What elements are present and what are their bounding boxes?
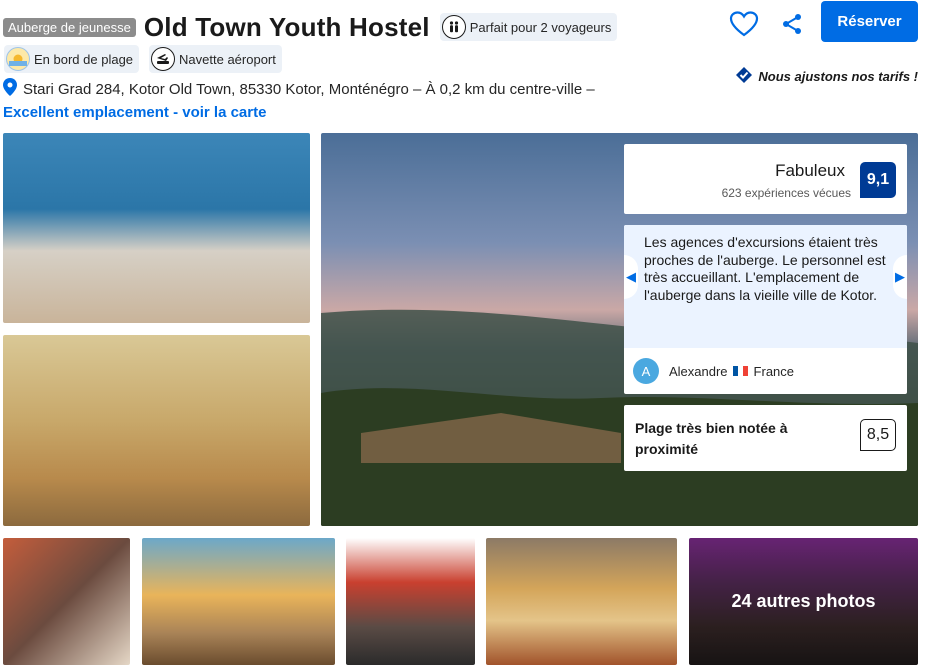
avatar: A bbox=[633, 358, 659, 384]
location-pin-icon bbox=[3, 78, 17, 100]
thumbnail-painted-ceiling[interactable] bbox=[142, 538, 335, 665]
review-count: 623 expériences vécues bbox=[721, 186, 851, 200]
thumbnail-bedroom[interactable] bbox=[486, 538, 677, 665]
rating-score: 9,1 bbox=[860, 162, 896, 198]
thumbnail-more-photos[interactable]: 24 autres photos bbox=[689, 538, 918, 665]
facility-chip-beach: En bord de plage bbox=[4, 45, 140, 73]
beach-score: 8,5 bbox=[860, 419, 896, 451]
beach-label: Plage très bien notée à proximité bbox=[635, 420, 788, 457]
france-flag-icon bbox=[732, 366, 748, 376]
photo-common-room[interactable] bbox=[3, 335, 310, 526]
map-link[interactable]: Excellent emplacement - voir la carte bbox=[3, 104, 266, 121]
rating-card[interactable]: Fabuleux 623 expériences vécues 9,1 bbox=[624, 144, 907, 214]
beach-rating-card[interactable]: Plage très bien notée à proximité 8,5 bbox=[624, 405, 907, 471]
travelers-icon bbox=[441, 15, 466, 39]
review-next-button[interactable]: ▶ bbox=[893, 255, 907, 299]
review-quote-area: Les agences d'excursions étaient très pr… bbox=[624, 225, 907, 348]
address-row: Stari Grad 284, Kotor Old Town, 85330 Ko… bbox=[3, 78, 595, 100]
price-match-icon bbox=[735, 66, 753, 87]
review-text: Les agences d'excursions étaient très pr… bbox=[644, 234, 886, 303]
address-text: Stari Grad 284, Kotor Old Town, 85330 Ko… bbox=[23, 80, 595, 98]
share-button[interactable] bbox=[780, 12, 804, 36]
thumbnail-collage[interactable] bbox=[3, 538, 130, 665]
travelers-chip: Parfait pour 2 voyageurs bbox=[439, 13, 618, 41]
price-match-note[interactable]: Nous ajustons nos tarifs ! bbox=[735, 66, 918, 87]
review-card: Les agences d'excursions étaient très pr… bbox=[624, 225, 907, 394]
heart-icon bbox=[729, 11, 759, 37]
hotel-title: Old Town Youth Hostel bbox=[143, 11, 430, 42]
reviewer-name: Alexandre bbox=[669, 363, 728, 379]
thumbnail-group-selfie[interactable] bbox=[346, 538, 475, 665]
facility-chips: En bord de plage Navette aéroport bbox=[4, 45, 282, 73]
facility-chip-shuttle: Navette aéroport bbox=[149, 45, 282, 73]
facility-chip-beach-label: En bord de plage bbox=[34, 51, 134, 67]
beach-icon bbox=[6, 47, 30, 71]
photo-boat-party[interactable] bbox=[3, 133, 310, 323]
review-prev-button[interactable]: ◀ bbox=[624, 255, 638, 299]
chevron-right-icon: ▶ bbox=[895, 269, 905, 284]
facility-chip-shuttle-label: Navette aéroport bbox=[179, 51, 276, 67]
price-match-label: Nous ajustons nos tarifs ! bbox=[758, 69, 918, 84]
reviewer: A Alexandre France bbox=[633, 358, 794, 384]
share-icon bbox=[783, 14, 801, 34]
chevron-left-icon: ◀ bbox=[626, 269, 636, 284]
travelers-chip-label: Parfait pour 2 voyageurs bbox=[469, 19, 612, 35]
reserve-button[interactable]: Réserver bbox=[821, 1, 918, 42]
favorite-button[interactable] bbox=[729, 10, 759, 38]
reviewer-country: France bbox=[753, 363, 795, 379]
more-photos-label: 24 autres photos bbox=[689, 538, 918, 665]
property-type-badge: Auberge de jeunesse bbox=[3, 17, 136, 37]
rating-label: Fabuleux bbox=[775, 161, 845, 180]
airport-shuttle-icon bbox=[151, 47, 176, 71]
header: Auberge de jeunesse Old Town Youth Hoste… bbox=[3, 10, 618, 44]
